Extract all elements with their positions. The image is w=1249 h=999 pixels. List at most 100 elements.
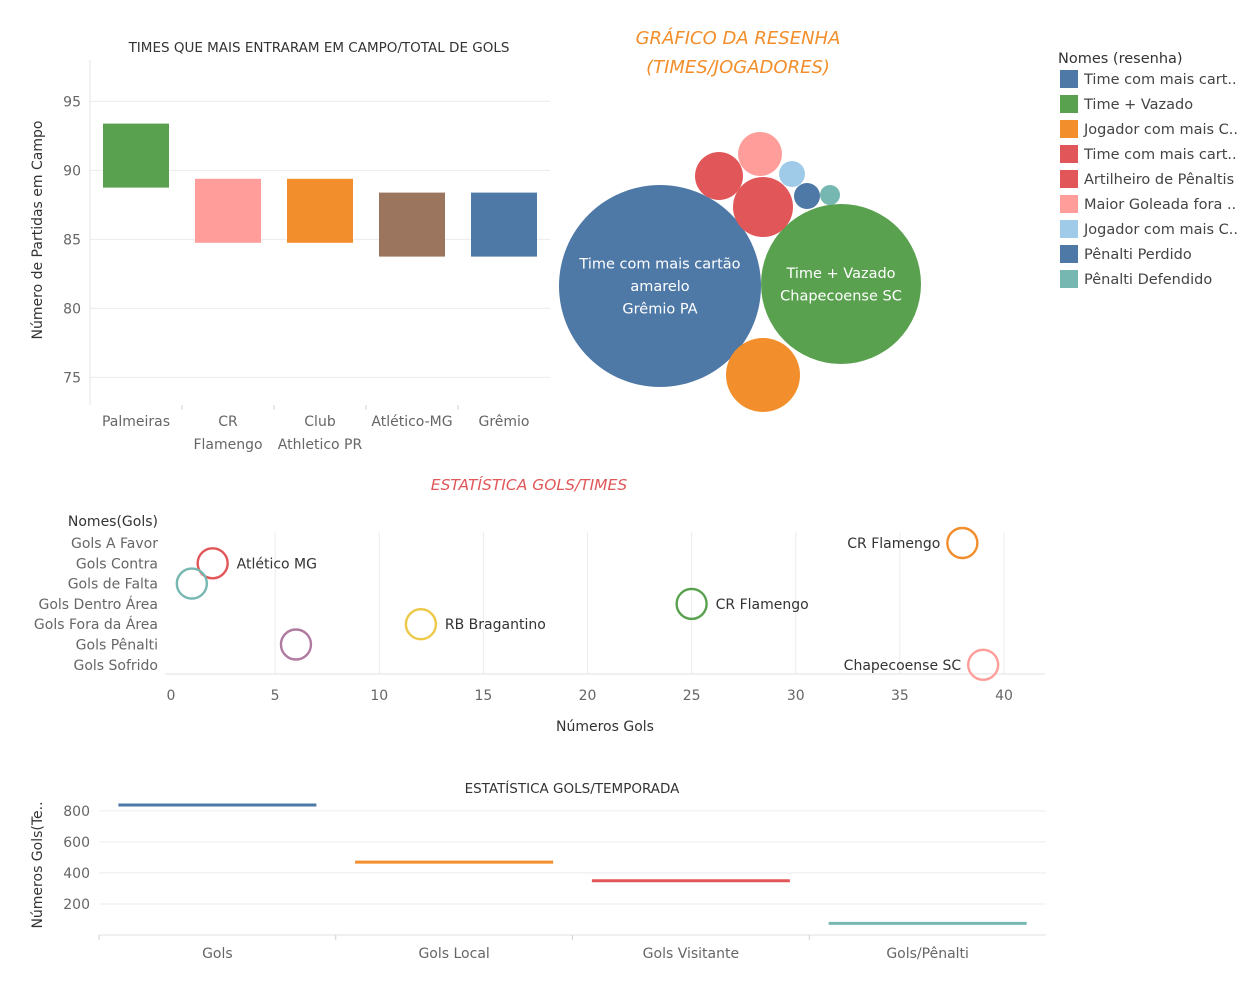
legend-label: Time com mais cart..	[1083, 147, 1237, 163]
bubble-title-line2: (TIMES/JOGADORES)	[646, 57, 830, 78]
legend-swatch	[1060, 270, 1078, 288]
scatter-gridlines	[165, 532, 1045, 675]
legend-label: Artilheiro de Pênaltis	[1084, 172, 1234, 188]
y-tick-label: 90	[63, 163, 81, 179]
legend-swatch	[1060, 195, 1078, 213]
legend-label: Pênalti Perdido	[1084, 247, 1192, 263]
bubble-title-line1: GRÁFICO DA RESENHA	[636, 27, 841, 49]
season-x-ticks: Gols Gols Local Gols Visitante Gols/Pênalti	[98, 935, 969, 962]
matches-chart-title: TIMES QUE MAIS ENTRARAM EM CAMPO/TOTAL D…	[128, 40, 510, 56]
goals-teams-scatter: ESTATÍSTICA GOLS/TIMES Nomes(Gols) Gols …	[34, 475, 1045, 735]
bubble-label: amarelo	[630, 279, 689, 295]
scatter-x-axis-label: Números Gols	[556, 719, 654, 735]
y-tick-label: 85	[63, 232, 81, 248]
legend-swatch	[1060, 120, 1078, 138]
legend-label: Maior Goleada fora ..	[1084, 197, 1236, 213]
scatter-title: ESTATÍSTICA GOLS/TIMES	[431, 475, 628, 494]
scatter-y-categories: Gols A Favor Gols Contra Gols de Falta Gols…	[34, 536, 158, 674]
season-gridlines	[99, 810, 1046, 936]
x-tick-label: Gols Visitante	[643, 946, 739, 962]
x-tick-label: 35	[891, 688, 909, 704]
point-label: Atlético MG	[237, 556, 317, 572]
bubble	[761, 204, 921, 364]
legend-label: Jogador com mais C..	[1083, 222, 1238, 238]
resenha-bubble-chart: GRÁFICO DA RESENHA (TIMES/JOGADORES) Tim…	[559, 27, 921, 412]
y-tick-label: 800	[63, 804, 90, 820]
legend-swatch	[1060, 95, 1078, 113]
x-tick-label: 5	[271, 688, 280, 704]
legend-label: Pênalti Defendido	[1084, 272, 1212, 288]
legend-swatch	[1060, 70, 1078, 88]
matches-y-axis-label: Número de Partidas em Campo	[30, 121, 46, 340]
point-label: CR Flamengo	[847, 536, 940, 552]
legend-label: Jogador com mais C..	[1083, 122, 1238, 138]
x-tick-label: 25	[683, 688, 701, 704]
x-tick-label: 20	[579, 688, 597, 704]
scatter-x-ticks: 0 5 10 15 20 25 30 35 40	[167, 688, 1013, 704]
season-y-axis-label: Números Gols(Te..	[30, 801, 46, 928]
x-tick-label: Palmeiras	[102, 414, 170, 430]
legend-swatch	[1060, 170, 1078, 188]
season-bars	[118, 803, 1027, 925]
dashboard-canvas: TIMES QUE MAIS ENTRARAM EM CAMPO/TOTAL D…	[30, 27, 1238, 962]
bubble	[820, 185, 840, 205]
y-tick-label: 400	[63, 866, 90, 882]
legend-items: Time com mais cart.. Time + Vazado Jogador…	[1060, 70, 1238, 288]
matches-x-ticks: Palmeiras CR Flamengo Club Athletico PR Atlét…	[102, 405, 530, 453]
bubble	[794, 183, 820, 209]
y-category-label: Gols Pênalti	[76, 638, 158, 654]
x-tick-label: 40	[995, 688, 1013, 704]
bar	[379, 192, 445, 257]
y-category-label: Gols Sofrido	[73, 658, 158, 674]
bubbles: Time com mais cartão amarelo Grêmio PA Time…	[559, 132, 921, 412]
x-tick-label: Flamengo	[193, 437, 262, 453]
resenha-legend: Nomes (resenha) Time com mais cart..Time…	[1058, 51, 1238, 288]
x-tick-label: Grêmio	[478, 414, 529, 430]
bubble-label: Chapecoense SC	[780, 288, 902, 304]
bar	[471, 192, 537, 257]
legend-label: Time + Vazado	[1083, 97, 1193, 113]
legend-swatch	[1060, 220, 1078, 238]
legend-swatch	[1060, 145, 1078, 163]
bubble	[695, 152, 743, 200]
bubble	[738, 132, 782, 176]
point-label: CR Flamengo	[716, 597, 809, 613]
season-chart-title: ESTATÍSTICA GOLS/TEMPORADA	[465, 780, 681, 797]
y-category-label: Gols A Favor	[71, 536, 158, 552]
y-tick-label: 95	[63, 94, 81, 110]
x-tick-label: 30	[787, 688, 805, 704]
x-tick-label: 15	[474, 688, 492, 704]
x-tick-label: Atlético-MG	[371, 414, 452, 430]
point-label: RB Bragantino	[445, 617, 546, 633]
legend-title: Nomes (resenha)	[1058, 51, 1183, 67]
y-category-label: Gols de Falta	[68, 577, 158, 593]
bubble-label: Grêmio PA	[622, 302, 697, 318]
bar	[195, 178, 261, 243]
matches-y-ticks: 75 80 85 90 95	[63, 94, 81, 386]
y-tick-label: 200	[63, 897, 90, 913]
legend-label: Time com mais cart..	[1083, 72, 1237, 88]
season-y-ticks: 200 400 600 800	[63, 804, 90, 913]
bubble	[726, 338, 800, 412]
x-tick-label: 10	[370, 688, 388, 704]
y-category-label: Gols Contra	[76, 556, 158, 572]
x-tick-label: CR	[218, 414, 238, 430]
x-tick-label: Gols Local	[418, 946, 489, 962]
scatter-point	[946, 526, 979, 560]
x-tick-label: Club	[304, 414, 336, 430]
y-category-label: Gols Fora da Área	[34, 616, 158, 633]
x-tick-label: Gols/Pênalti	[886, 946, 969, 962]
season-goals-chart: ESTATÍSTICA GOLS/TEMPORADA Números Gols(…	[30, 780, 1046, 962]
scatter-point	[279, 628, 313, 661]
y-tick-label: 80	[63, 301, 81, 317]
point-label: Chapecoense SC	[844, 658, 962, 674]
scatter-point	[175, 567, 209, 600]
y-tick-label: 600	[63, 835, 90, 851]
y-tick-label: 75	[63, 370, 81, 386]
bubble	[779, 161, 805, 187]
scatter-y-axis-title: Nomes(Gols)	[68, 514, 158, 530]
bubble-label: Time + Vazado	[785, 266, 895, 282]
legend-swatch	[1060, 245, 1078, 263]
y-category-label: Gols Dentro Área	[39, 596, 159, 613]
bar	[103, 123, 169, 188]
